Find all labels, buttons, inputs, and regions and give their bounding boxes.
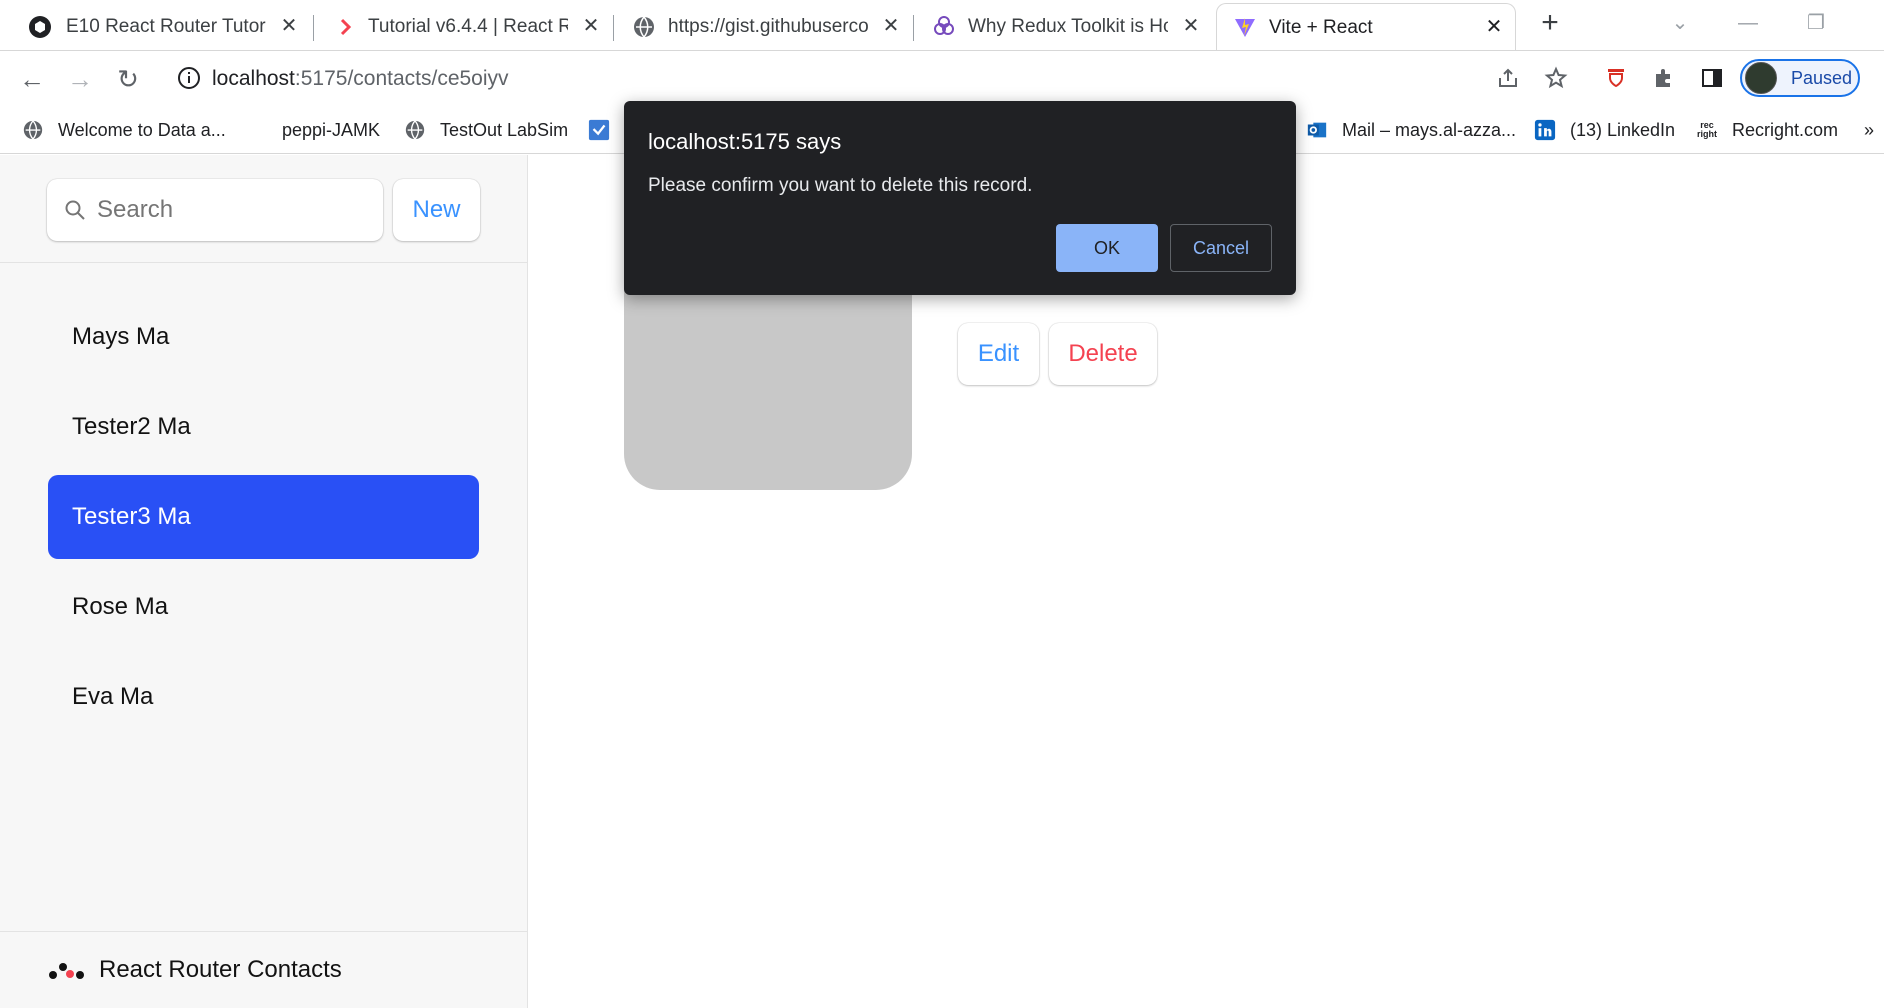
bookmark-testout-labsim[interactable]: TestOut LabSim xyxy=(404,116,568,144)
contact-item-rose-ma[interactable]: Rose Ma xyxy=(48,565,479,649)
tab-tutorial-react-router[interactable]: Tutorial v6.4.4 | React Rou ✕ xyxy=(314,3,614,50)
bookmark-star-icon[interactable] xyxy=(1542,64,1570,92)
tab-search-icon[interactable]: ⌄ xyxy=(1660,8,1700,38)
bookmark-label: (13) LinkedIn xyxy=(1570,119,1676,140)
search-row: New xyxy=(0,155,527,263)
redux-icon xyxy=(932,15,956,39)
globe-icon xyxy=(404,119,426,141)
bookmark-linkedin[interactable]: (13) LinkedIn xyxy=(1534,116,1675,144)
bookmark-label: Mail – mays.al-azza... xyxy=(1342,119,1517,140)
minimize-icon[interactable]: — xyxy=(1728,8,1768,38)
bookmark-mail[interactable]: Mail – mays.al-azza... xyxy=(1306,116,1516,144)
globe-icon xyxy=(22,119,44,141)
cancel-button[interactable]: Cancel xyxy=(1170,224,1272,272)
bookmark-welcome-data[interactable]: Welcome to Data a... xyxy=(22,116,226,144)
tab-title: E10 React Router Tutorial xyxy=(66,16,266,37)
new-contact-button[interactable]: New xyxy=(393,179,480,241)
ok-button[interactable]: OK xyxy=(1056,224,1158,272)
bookmark-peppi-jamk[interactable]: peppi-JAMK xyxy=(282,116,380,144)
bookmark-recright[interactable]: rec right Recright.com xyxy=(1696,116,1838,144)
close-icon[interactable]: ✕ xyxy=(578,13,604,39)
address-bar[interactable]: localhost:5175/contacts/ce5oiyv xyxy=(212,63,509,95)
contact-item-tester2-ma[interactable]: Tester2 Ma xyxy=(48,385,479,469)
tab-title: Tutorial v6.4.4 | React Rou xyxy=(368,16,568,37)
vite-icon xyxy=(1233,16,1257,40)
profile-status: Paused xyxy=(1791,67,1853,88)
tab-title: Vite + React xyxy=(1269,17,1373,38)
tab-strip: E10 React Router Tutorial ✕ Tutorial v6.… xyxy=(0,0,1884,50)
dialog-title: localhost:5175 says xyxy=(648,129,842,154)
avatar xyxy=(1745,62,1777,94)
search-icon xyxy=(65,200,85,220)
react-router-logo-icon xyxy=(49,963,84,979)
sidebar: New Mays Ma Tester2 Ma Tester3 Ma Rose M… xyxy=(0,155,528,1008)
tab-gist[interactable]: https://gist.githubusercon ✕ xyxy=(614,3,914,50)
edit-button[interactable]: Edit xyxy=(958,323,1039,385)
delete-button[interactable]: Delete xyxy=(1049,323,1157,385)
close-icon[interactable]: ✕ xyxy=(1178,13,1204,39)
dialog-message: Please confirm you want to delete this r… xyxy=(648,175,1033,196)
linkedin-icon xyxy=(1534,119,1556,141)
reload-icon[interactable]: ↻ xyxy=(112,63,144,95)
bookmark-label: Welcome to Data a... xyxy=(58,119,226,140)
github-icon xyxy=(28,15,52,39)
checkbox-bookmark-icon xyxy=(588,119,610,141)
search-input[interactable] xyxy=(97,196,377,224)
forward-icon[interactable]: → xyxy=(64,63,96,95)
side-panel-icon[interactable] xyxy=(1698,64,1726,92)
confirm-dialog: localhost:5175 says Please confirm you w… xyxy=(624,101,1296,295)
tab-title: Why Redux Toolkit is How xyxy=(968,16,1168,37)
close-icon[interactable]: ✕ xyxy=(1481,14,1507,40)
share-icon[interactable] xyxy=(1494,64,1522,92)
tab-vite-react[interactable]: Vite + React ✕ xyxy=(1216,3,1516,50)
contact-item-tester3-ma[interactable]: Tester3 Ma xyxy=(48,475,479,559)
url-host: localhost xyxy=(212,67,295,90)
bookmark-label: peppi-JAMK xyxy=(282,119,381,140)
extensions-puzzle-icon[interactable] xyxy=(1650,64,1678,92)
bookmark-label: Recright.com xyxy=(1732,119,1839,140)
back-icon[interactable]: ← xyxy=(16,63,48,95)
bookmark-checkbox[interactable] xyxy=(588,116,624,144)
restore-icon[interactable]: ❐ xyxy=(1796,8,1836,38)
globe-icon xyxy=(632,15,656,39)
contact-item-eva-ma[interactable]: Eva Ma xyxy=(48,655,479,739)
close-icon[interactable]: ✕ xyxy=(276,13,302,39)
close-icon[interactable]: ✕ xyxy=(878,13,904,39)
react-router-icon xyxy=(334,15,358,39)
brand-title: React Router Contacts xyxy=(99,956,342,983)
extension-shield-icon[interactable] xyxy=(1602,64,1630,92)
tab-e10-react-router[interactable]: E10 React Router Tutorial ✕ xyxy=(0,3,314,50)
url-path: :5175/contacts/ce5oiyv xyxy=(294,67,509,90)
tab-redux-toolkit[interactable]: Why Redux Toolkit is How ✕ xyxy=(914,3,1214,50)
app-brand: React Router Contacts xyxy=(0,931,527,1008)
contact-item-mays-ma[interactable]: Mays Ma xyxy=(48,295,479,379)
more-bookmarks-icon[interactable]: » xyxy=(1864,116,1874,144)
profile-button[interactable]: Paused xyxy=(1740,59,1860,97)
new-tab-icon[interactable]: + xyxy=(1536,8,1564,38)
bookmark-label: TestOut LabSim xyxy=(440,119,569,140)
site-info-icon[interactable] xyxy=(177,66,201,95)
outlook-icon xyxy=(1306,119,1328,141)
search-field[interactable] xyxy=(47,179,383,241)
tab-title: https://gist.githubusercon xyxy=(668,16,868,37)
recright-icon: rec right xyxy=(1697,120,1717,139)
